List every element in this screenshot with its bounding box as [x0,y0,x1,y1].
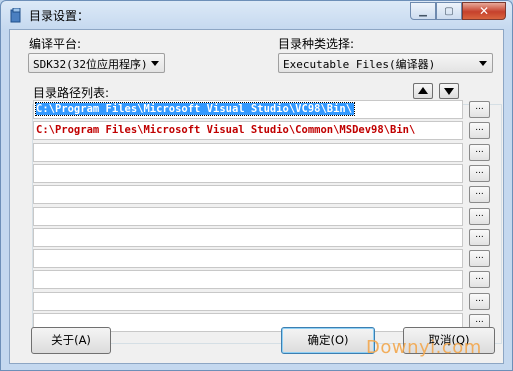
path-row[interactable] [33,270,463,289]
path-row[interactable] [33,185,463,204]
browse-button[interactable]: ... [469,186,490,203]
browse-button[interactable]: ... [469,122,490,139]
category-select[interactable]: Executable Files(编译器) [278,53,493,73]
app-icon [10,8,21,23]
move-up-button[interactable] [413,83,433,99]
minimize-icon: ▁ [419,5,427,17]
path-row[interactable]: C:\Program Files\Microsoft Visual Studio… [33,100,463,119]
path-row[interactable]: C:\Program Files\Microsoft Visual Studio… [33,121,463,140]
dialog-client: 编译平台: SDK32(32位应用程序) 目录种类选择: Executable … [9,29,504,364]
path-row[interactable] [33,207,463,226]
arrow-down-icon [444,88,454,95]
path-row[interactable] [33,228,463,247]
path-row[interactable] [33,249,463,268]
title-bar[interactable]: 目录设置： ▁ ▢ ✕ [1,1,512,29]
path-text: C:\Program Files\Microsoft Visual Studio… [36,124,416,136]
browse-button[interactable]: ... [469,293,490,310]
close-button[interactable]: ✕ [462,2,506,20]
minimize-button[interactable]: ▁ [410,2,436,20]
browse-button[interactable]: ... [469,250,490,267]
path-row[interactable] [33,164,463,183]
browse-button[interactable]: ... [469,165,490,182]
category-select-value: Executable Files(编译器) [283,58,436,71]
paths-label: 目录路径列表: [33,86,110,100]
path-row[interactable] [33,143,463,162]
maximize-button[interactable]: ▢ [436,2,462,20]
browse-button[interactable]: ... [469,271,490,288]
category-label: 目录种类选择: [278,37,355,51]
move-down-button[interactable] [439,83,459,99]
chevron-down-icon [479,61,487,66]
chevron-down-icon [151,61,159,66]
dialog-window: 目录设置： ▁ ▢ ✕ 编译平台: SDK32(32位应用程序) 目录种类选择:… [0,0,513,371]
path-text: C:\Program Files\Microsoft Visual Studio… [34,102,356,116]
window-title: 目录设置： [29,9,90,23]
platform-select-value: SDK32(32位应用程序) [33,58,148,71]
maximize-icon: ▢ [444,5,454,17]
browse-button[interactable]: ... [469,208,490,225]
arrow-up-icon [418,87,428,94]
close-icon: ✕ [478,4,490,18]
browse-button[interactable]: ... [469,101,490,118]
path-row[interactable] [33,292,463,311]
platform-label: 编译平台: [29,37,82,51]
about-button[interactable]: 关于(A) [31,327,111,354]
ok-button[interactable]: 确定(O) [281,327,375,354]
caption-buttons: ▁ ▢ ✕ [410,2,506,20]
browse-button[interactable]: ... [469,229,490,246]
watermark-logo: Downyi.com [366,337,482,358]
browse-button[interactable]: ... [469,144,490,161]
platform-select[interactable]: SDK32(32位应用程序) [28,53,165,73]
